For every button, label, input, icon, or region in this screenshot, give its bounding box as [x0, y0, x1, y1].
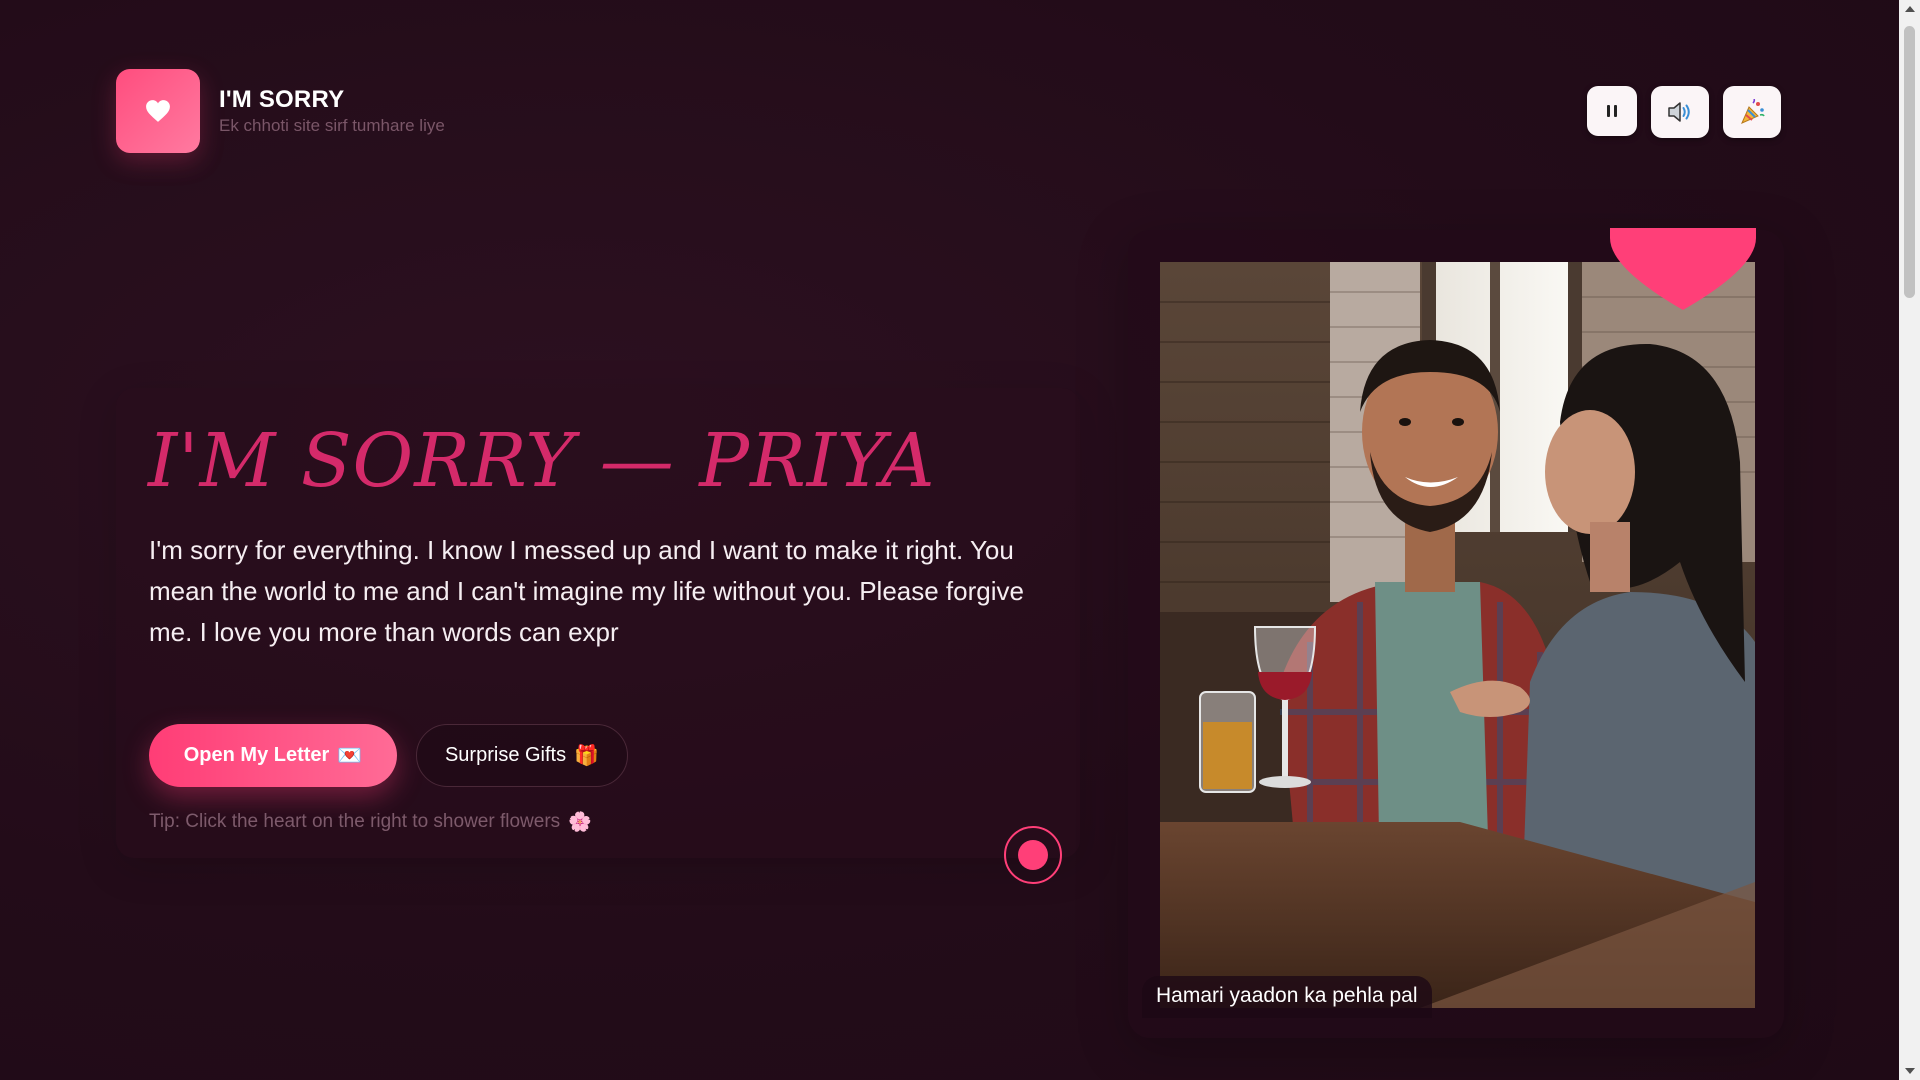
surprise-gifts-button[interactable]: Surprise Gifts 🎁	[416, 724, 628, 787]
open-letter-label: Open My Letter	[183, 744, 330, 766]
volume-button[interactable]	[1651, 86, 1709, 138]
party-popper-icon	[1741, 99, 1765, 124]
love-letter-icon: 💌	[337, 745, 363, 767]
flower-icon: 🌸	[568, 812, 592, 833]
brand: I'M SORRY Ek chhoti site sirf tumhare li…	[116, 69, 445, 153]
heart-shower-icon[interactable]	[1610, 228, 1756, 310]
tip-text: Tip: Click the heart on the right to sho…	[149, 810, 592, 834]
open-letter-button[interactable]: Open My Letter 💌	[149, 724, 397, 787]
brand-logo	[116, 69, 200, 153]
page: I'M SORRY Ek chhoti site sirf tumhare li…	[0, 0, 1899, 1080]
hero-card: I'M SORRY — PRIYA I'm sorry for everythi…	[116, 388, 1080, 858]
header-controls	[1587, 86, 1781, 138]
heart-icon	[146, 100, 170, 122]
scroll-thumb[interactable]	[1904, 26, 1915, 298]
scroll-up-icon[interactable]	[1899, 0, 1920, 18]
couple-photo	[1160, 262, 1755, 1008]
pause-button[interactable]	[1587, 86, 1637, 136]
record-dot-icon	[1018, 840, 1048, 870]
pause-icon	[1607, 105, 1617, 117]
brand-subtitle: Ek chhoti site sirf tumhare liye	[219, 116, 445, 135]
photo-caption: Hamari yaadon ka pehla pal	[1142, 976, 1432, 1018]
gift-icon: 🎁	[574, 745, 600, 767]
scroll-down-icon[interactable]	[1899, 1062, 1920, 1080]
hero-message: I'm sorry for everything. I know I messe…	[149, 535, 1024, 647]
confetti-button[interactable]	[1723, 86, 1781, 138]
tip-label: Tip: Click the heart on the right to sho…	[149, 811, 561, 832]
record-button[interactable]	[1004, 826, 1062, 884]
speaker-icon	[1668, 102, 1690, 122]
vertical-scrollbar[interactable]	[1899, 0, 1920, 1080]
brand-text: I'M SORRY Ek chhoti site sirf tumhare li…	[219, 86, 445, 136]
surprise-gifts-label: Surprise Gifts	[444, 744, 567, 766]
brand-title: I'M SORRY	[219, 86, 345, 113]
hero-title: I'M SORRY — PRIYA	[148, 418, 936, 504]
